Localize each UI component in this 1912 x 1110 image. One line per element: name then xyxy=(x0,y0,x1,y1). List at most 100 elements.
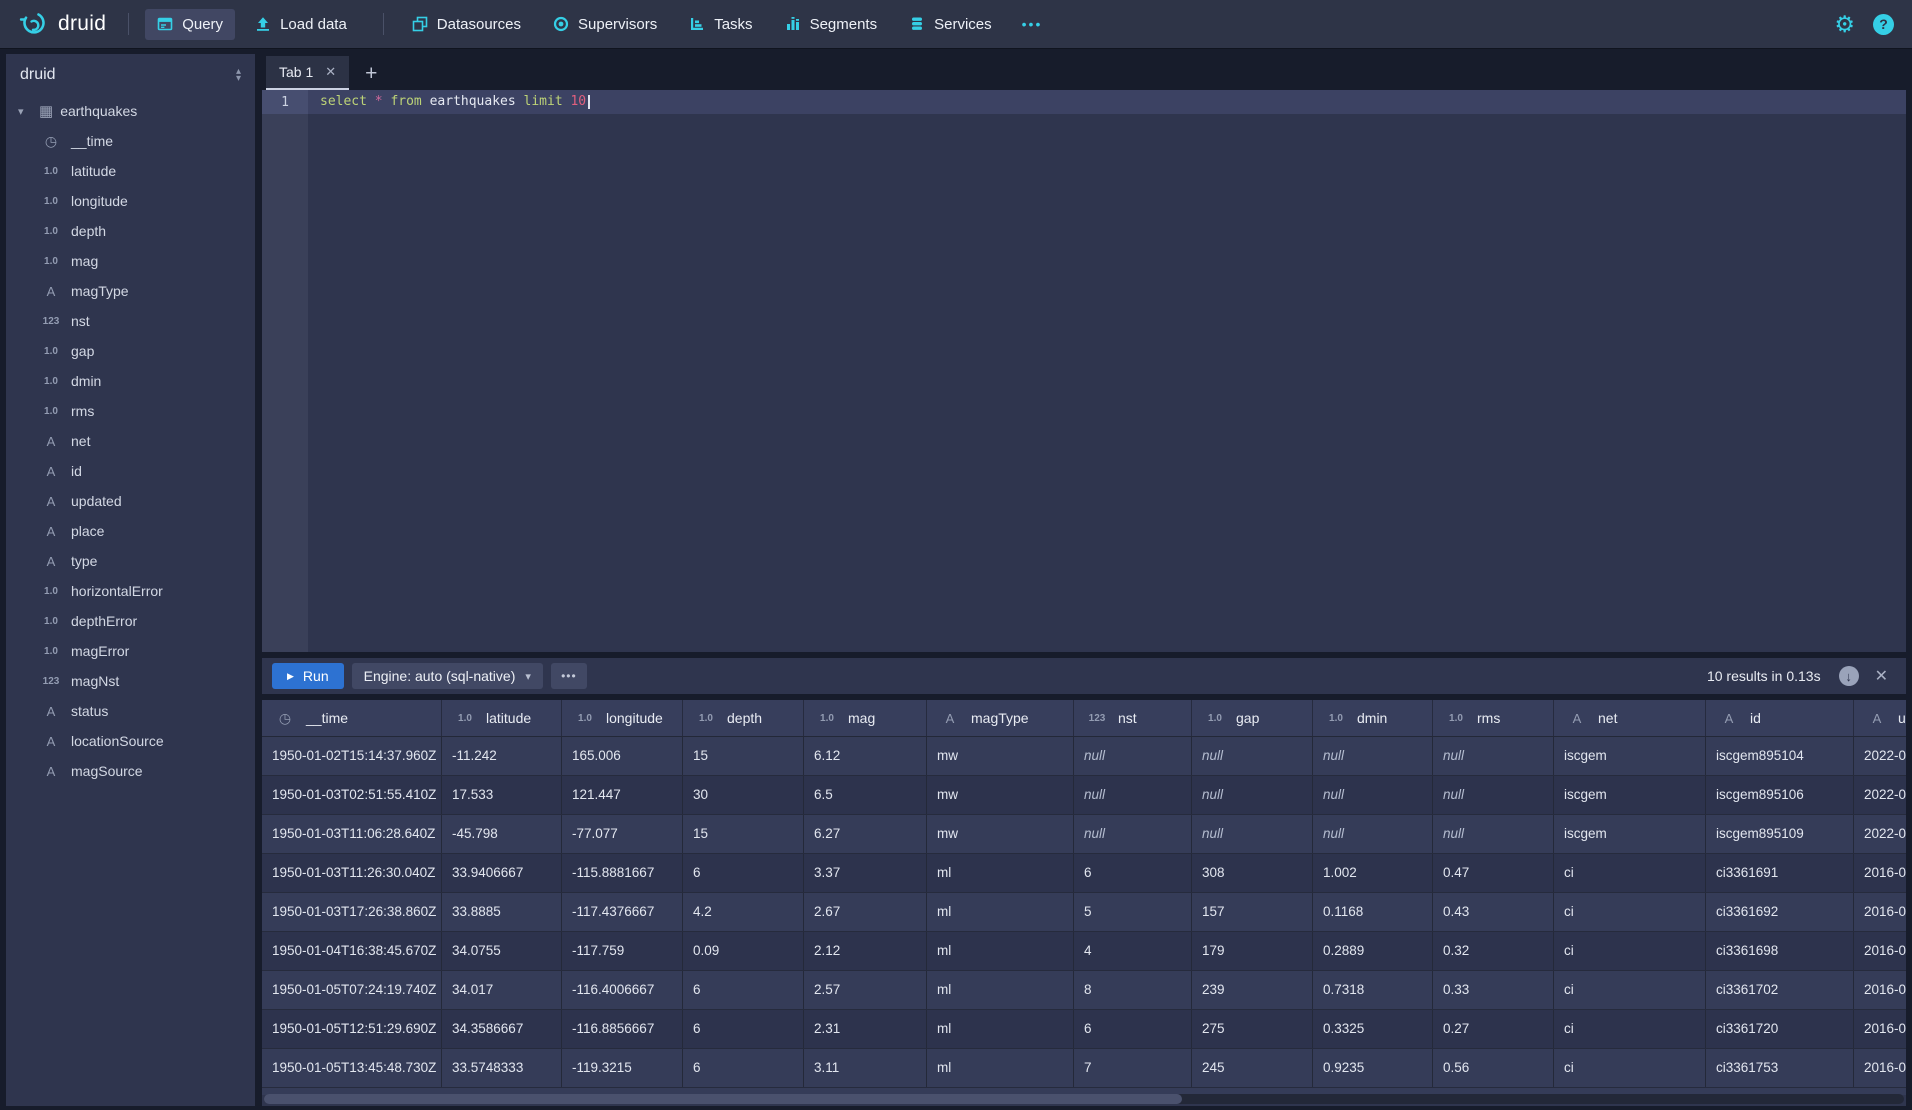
table-cell[interactable]: null xyxy=(1192,737,1313,775)
table-cell[interactable]: 0.3325 xyxy=(1313,1010,1433,1048)
column-header-gap[interactable]: 1.0gap xyxy=(1192,700,1313,736)
table-cell[interactable]: 15 xyxy=(683,815,804,853)
table-cell[interactable]: iscgem xyxy=(1554,776,1706,814)
sidebar-item-__time[interactable]: ◷__time xyxy=(6,126,255,156)
table-cell[interactable]: 17.533 xyxy=(442,776,562,814)
table-cell[interactable]: 34.3586667 xyxy=(442,1010,562,1048)
table-cell[interactable]: 0.43 xyxy=(1433,893,1554,931)
table-cell[interactable]: 308 xyxy=(1192,854,1313,892)
table-cell[interactable]: -115.8881667 xyxy=(562,854,683,892)
sidebar-item-net[interactable]: Anet xyxy=(6,426,255,456)
close-results-icon[interactable]: ✕ xyxy=(1875,666,1888,686)
table-cell[interactable]: 2016-0 xyxy=(1854,932,1906,970)
table-cell[interactable]: 3.11 xyxy=(804,1049,927,1087)
column-header-__time[interactable]: ◷__time xyxy=(262,700,442,736)
chevron-down-icon[interactable]: ▾ xyxy=(18,105,32,118)
column-header-longitude[interactable]: 1.0longitude xyxy=(562,700,683,736)
column-header-net[interactable]: Anet xyxy=(1554,700,1706,736)
table-cell[interactable]: -11.242 xyxy=(442,737,562,775)
table-cell[interactable]: null xyxy=(1074,776,1192,814)
table-cell[interactable]: ci xyxy=(1554,854,1706,892)
table-cell[interactable]: 2016-0 xyxy=(1854,854,1906,892)
table-cell[interactable]: 179 xyxy=(1192,932,1313,970)
table-cell[interactable]: ml xyxy=(927,971,1074,1009)
table-cell[interactable]: 1950-01-03T17:26:38.860Z xyxy=(262,893,442,931)
sidebar-item-place[interactable]: Aplace xyxy=(6,516,255,546)
run-button[interactable]: ▶ Run xyxy=(272,663,344,689)
sidebar-item-depth[interactable]: 1.0depth xyxy=(6,216,255,246)
table-cell[interactable]: 165.006 xyxy=(562,737,683,775)
table-cell[interactable]: ci3361698 xyxy=(1706,932,1854,970)
table-cell[interactable]: 275 xyxy=(1192,1010,1313,1048)
column-header-magType[interactable]: AmagType xyxy=(927,700,1074,736)
table-cell[interactable]: ci xyxy=(1554,1049,1706,1087)
double-caret-vertical-icon[interactable]: ▴▾ xyxy=(236,68,241,82)
table-cell[interactable]: 1950-01-05T12:51:29.690Z xyxy=(262,1010,442,1048)
table-cell[interactable]: -116.4006667 xyxy=(562,971,683,1009)
table-cell[interactable]: iscgem895104 xyxy=(1706,737,1854,775)
table-cell[interactable]: ci xyxy=(1554,893,1706,931)
table-cell[interactable]: ml xyxy=(927,1049,1074,1087)
sidebar-item-earthquakes[interactable]: ▾ ▦ earthquakes xyxy=(6,96,255,126)
table-cell[interactable]: iscgem895109 xyxy=(1706,815,1854,853)
column-header-rms[interactable]: 1.0rms xyxy=(1433,700,1554,736)
table-cell[interactable]: ci3361691 xyxy=(1706,854,1854,892)
table-cell[interactable]: ci3361692 xyxy=(1706,893,1854,931)
table-cell[interactable]: 6 xyxy=(683,1049,804,1087)
tab-tab-1[interactable]: Tab 1 ✕ xyxy=(266,56,349,90)
table-cell[interactable]: null xyxy=(1192,815,1313,853)
table-cell[interactable]: 4.2 xyxy=(683,893,804,931)
sidebar-item-latitude[interactable]: 1.0latitude xyxy=(6,156,255,186)
table-cell[interactable]: 0.33 xyxy=(1433,971,1554,1009)
table-cell[interactable]: -117.759 xyxy=(562,932,683,970)
add-tab-button[interactable]: + xyxy=(365,62,377,90)
table-cell[interactable]: ci3361720 xyxy=(1706,1010,1854,1048)
table-cell[interactable]: 6 xyxy=(683,971,804,1009)
table-cell[interactable]: ml xyxy=(927,854,1074,892)
nav-item-services[interactable]: Services xyxy=(897,9,1004,40)
table-cell[interactable]: 1950-01-02T15:14:37.960Z xyxy=(262,737,442,775)
table-cell[interactable]: ci3361702 xyxy=(1706,971,1854,1009)
table-cell[interactable]: 3.37 xyxy=(804,854,927,892)
table-cell[interactable]: 2016-0 xyxy=(1854,1049,1906,1087)
table-cell[interactable]: 6 xyxy=(1074,1010,1192,1048)
nav-more-button[interactable]: ••• xyxy=(1012,10,1053,38)
table-cell[interactable]: 0.09 xyxy=(683,932,804,970)
table-cell[interactable]: 0.1168 xyxy=(1313,893,1433,931)
table-cell[interactable]: 1950-01-05T07:24:19.740Z xyxy=(262,971,442,1009)
table-cell[interactable]: null xyxy=(1433,737,1554,775)
table-cell[interactable]: mw xyxy=(927,815,1074,853)
nav-item-segments[interactable]: Segments xyxy=(773,9,890,40)
table-cell[interactable]: 2.67 xyxy=(804,893,927,931)
table-cell[interactable]: iscgem xyxy=(1554,737,1706,775)
table-cell[interactable]: null xyxy=(1433,776,1554,814)
table-cell[interactable]: ci3361753 xyxy=(1706,1049,1854,1087)
sidebar-item-longitude[interactable]: 1.0longitude xyxy=(6,186,255,216)
table-cell[interactable]: null xyxy=(1313,815,1433,853)
sidebar-item-nst[interactable]: 123nst xyxy=(6,306,255,336)
table-cell[interactable]: ml xyxy=(927,932,1074,970)
table-cell[interactable]: 2.57 xyxy=(804,971,927,1009)
table-cell[interactable]: ci xyxy=(1554,971,1706,1009)
table-cell[interactable]: mw xyxy=(927,737,1074,775)
table-cell[interactable]: 2016-0 xyxy=(1854,971,1906,1009)
query-more-button[interactable]: ••• xyxy=(551,663,587,689)
table-cell[interactable]: 1950-01-03T02:51:55.410Z xyxy=(262,776,442,814)
table-cell[interactable]: null xyxy=(1313,776,1433,814)
sidebar-item-magNst[interactable]: 123magNst xyxy=(6,666,255,696)
table-cell[interactable]: 157 xyxy=(1192,893,1313,931)
table-cell[interactable]: 0.47 xyxy=(1433,854,1554,892)
nav-item-tasks[interactable]: Tasks xyxy=(677,9,764,40)
column-header-mag[interactable]: 1.0mag xyxy=(804,700,927,736)
table-cell[interactable]: ml xyxy=(927,893,1074,931)
table-cell[interactable]: 33.8885 xyxy=(442,893,562,931)
sidebar-item-horizontalError[interactable]: 1.0horizontalError xyxy=(6,576,255,606)
table-cell[interactable]: 33.5748333 xyxy=(442,1049,562,1087)
settings-gear-icon[interactable]: ⚙ xyxy=(1834,13,1855,36)
table-cell[interactable]: 30 xyxy=(683,776,804,814)
table-cell[interactable]: 8 xyxy=(1074,971,1192,1009)
table-cell[interactable]: 6.5 xyxy=(804,776,927,814)
table-cell[interactable]: 15 xyxy=(683,737,804,775)
table-cell[interactable]: 6.12 xyxy=(804,737,927,775)
table-cell[interactable]: null xyxy=(1433,815,1554,853)
